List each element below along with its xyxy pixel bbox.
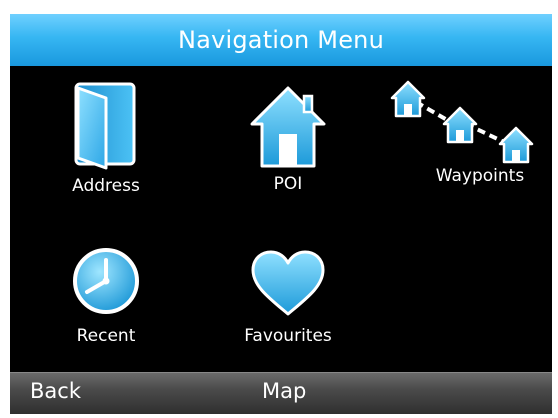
map-softkey[interactable]: Map bbox=[262, 379, 306, 403]
menu-item-label: Favourites bbox=[244, 326, 332, 346]
waypoints-icon bbox=[390, 80, 534, 164]
menu-item-recent[interactable]: Recent bbox=[36, 246, 176, 346]
back-softkey[interactable]: Back bbox=[30, 379, 81, 403]
clock-icon bbox=[73, 248, 139, 314]
menu-item-label: POI bbox=[273, 174, 303, 194]
title-bar: Navigation Menu bbox=[10, 14, 552, 66]
menu-item-label: Waypoints bbox=[435, 166, 525, 186]
menu-item-favourites[interactable]: Favourites bbox=[218, 248, 358, 346]
page-title: Navigation Menu bbox=[178, 26, 384, 54]
menu-item-waypoints[interactable]: Waypoints bbox=[390, 80, 550, 186]
heart-icon bbox=[251, 250, 325, 316]
phone-screen: Navigation Menu Address POI Waypoints Re… bbox=[10, 14, 552, 414]
book-icon bbox=[74, 82, 136, 170]
menu-item-poi[interactable]: POI bbox=[218, 84, 358, 194]
house-icon bbox=[250, 86, 326, 168]
menu-item-label: Recent bbox=[76, 326, 136, 346]
menu-item-label: Address bbox=[72, 176, 140, 196]
softkey-bar: Back Map bbox=[10, 372, 552, 414]
menu-item-address[interactable]: Address bbox=[36, 80, 176, 196]
